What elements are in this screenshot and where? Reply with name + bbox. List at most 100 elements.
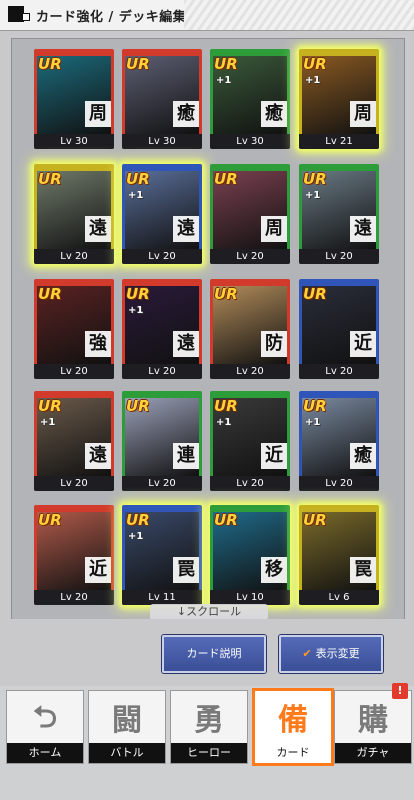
card-rarity: UR xyxy=(303,397,327,415)
card-item[interactable]: UR +1 周 Lv 21 xyxy=(299,49,379,149)
card-item[interactable]: UR +1 遠 Lv 20 xyxy=(34,391,114,491)
card-plus: +1 xyxy=(128,531,144,542)
card-type: 周 xyxy=(350,101,376,127)
card-rarity: UR xyxy=(126,397,150,415)
gacha-alert-badge: ! xyxy=(392,683,408,699)
page-title: カード強化 / デッキ編集 xyxy=(36,10,187,25)
card-type: 癒 xyxy=(350,443,376,469)
card-rarity: UR xyxy=(303,170,327,188)
card-level: Lv 20 xyxy=(122,249,202,264)
card-level: Lv 11 xyxy=(122,590,202,605)
tab-label: バトル xyxy=(89,743,165,763)
card-item[interactable]: UR 周 Lv 20 xyxy=(210,164,290,264)
card-item[interactable]: UR 遠 Lv 20 xyxy=(34,164,114,264)
card-rarity: UR xyxy=(38,170,62,188)
header-icon-accent xyxy=(22,13,30,21)
tab-home[interactable]: ⮌ ホーム xyxy=(6,690,84,764)
header-bar: カード強化 / デッキ編集 xyxy=(0,0,414,31)
gacha-icon: 購 xyxy=(358,703,388,738)
card-level: Lv 30 xyxy=(210,134,290,149)
card-type: 罠 xyxy=(173,557,199,583)
card-rarity: UR xyxy=(303,55,327,73)
tab-card[interactable]: 備カード xyxy=(252,688,334,766)
card-item[interactable]: UR 移 Lv 10 xyxy=(210,505,290,605)
card-item[interactable]: UR 強 Lv 20 xyxy=(34,279,114,379)
scroll-hint: ↓スクロール xyxy=(150,604,268,620)
card-description-button[interactable]: カード説明 xyxy=(162,635,266,673)
card-type: 近 xyxy=(261,443,287,469)
card-level: Lv 20 xyxy=(299,476,379,491)
card-rarity: UR xyxy=(303,285,327,303)
tab-label: ホーム xyxy=(7,743,83,763)
card-type: 近 xyxy=(350,331,376,357)
card-level: Lv 6 xyxy=(299,590,379,605)
display-change-button[interactable]: ✔ 表示変更 xyxy=(279,635,383,673)
header-decoration xyxy=(184,0,414,30)
hero-icon: 勇 xyxy=(194,703,224,738)
card-item[interactable]: UR 近 Lv 20 xyxy=(299,279,379,379)
card-type: 癒 xyxy=(261,101,287,127)
tab-gacha[interactable]: 購ガチャ xyxy=(334,690,412,764)
card-item[interactable]: UR +1 近 Lv 20 xyxy=(210,391,290,491)
card-level: Lv 20 xyxy=(299,249,379,264)
card-level: Lv 30 xyxy=(122,134,202,149)
tab-label: ヒーロー xyxy=(171,743,247,763)
card-rarity: UR xyxy=(214,397,238,415)
card-type: 癒 xyxy=(173,101,199,127)
card-item[interactable]: UR +1 癒 Lv 30 xyxy=(210,49,290,149)
card-type: 周 xyxy=(85,101,111,127)
card-rarity: UR xyxy=(38,511,62,529)
card-type: 罠 xyxy=(350,557,376,583)
card-level: Lv 20 xyxy=(210,249,290,264)
card-item[interactable]: UR 近 Lv 20 xyxy=(34,505,114,605)
card-plus: +1 xyxy=(216,75,232,86)
card-level: Lv 30 xyxy=(34,134,114,149)
card-level: Lv 20 xyxy=(34,249,114,264)
card-rarity: UR xyxy=(38,285,62,303)
card-item[interactable]: UR 癒 Lv 30 xyxy=(122,49,202,149)
card-item[interactable]: UR +1 罠 Lv 11 xyxy=(122,505,202,605)
card-type: 連 xyxy=(173,443,199,469)
card-level: Lv 20 xyxy=(122,364,202,379)
card-level: Lv 20 xyxy=(34,590,114,605)
card-plus: +1 xyxy=(128,305,144,316)
card-level: Lv 21 xyxy=(299,134,379,149)
card-item[interactable]: UR +1 癒 Lv 20 xyxy=(299,391,379,491)
card-level: Lv 20 xyxy=(210,476,290,491)
card-item[interactable]: UR +1 遠 Lv 20 xyxy=(122,279,202,379)
card-icon: 備 xyxy=(278,703,308,738)
card-rarity: UR xyxy=(126,511,150,529)
check-icon: ✔ xyxy=(302,647,312,660)
card-type: 防 xyxy=(261,331,287,357)
card-rarity: UR xyxy=(126,55,150,73)
card-rarity: UR xyxy=(214,55,238,73)
card-plus: +1 xyxy=(216,417,232,428)
card-type: 移 xyxy=(261,557,287,583)
card-rarity: UR xyxy=(303,511,327,529)
card-item[interactable]: UR 周 Lv 30 xyxy=(34,49,114,149)
card-rarity: UR xyxy=(126,285,150,303)
tab-hero[interactable]: 勇ヒーロー xyxy=(170,690,248,764)
card-item[interactable]: UR +1 遠 Lv 20 xyxy=(122,164,202,264)
card-plus: +1 xyxy=(305,190,321,201)
card-plus: +1 xyxy=(128,190,144,201)
card-item[interactable]: UR 防 Lv 20 xyxy=(210,279,290,379)
card-rarity: UR xyxy=(214,285,238,303)
card-rarity: UR xyxy=(214,511,238,529)
card-type: 遠 xyxy=(173,331,199,357)
card-type: 遠 xyxy=(85,443,111,469)
card-list-panel[interactable]: UR 周 Lv 30 UR 癒 Lv 30 UR +1 癒 Lv 30 UR +1 周 Lv 21 UR 遠 L… xyxy=(11,38,405,620)
card-type: 遠 xyxy=(350,216,376,242)
tab-battle[interactable]: 闘バトル xyxy=(88,690,166,764)
card-level: Lv 20 xyxy=(122,476,202,491)
tab-label: カード xyxy=(255,743,331,763)
display-change-label: 表示変更 xyxy=(315,647,360,660)
card-type: 遠 xyxy=(85,216,111,242)
card-rarity: UR xyxy=(126,170,150,188)
card-item[interactable]: UR 連 Lv 20 xyxy=(122,391,202,491)
card-item[interactable]: UR +1 遠 Lv 20 xyxy=(299,164,379,264)
card-level: Lv 20 xyxy=(34,364,114,379)
card-item[interactable]: UR 罠 Lv 6 xyxy=(299,505,379,605)
home-icon: ⮌ xyxy=(32,700,58,735)
card-level: Lv 20 xyxy=(34,476,114,491)
